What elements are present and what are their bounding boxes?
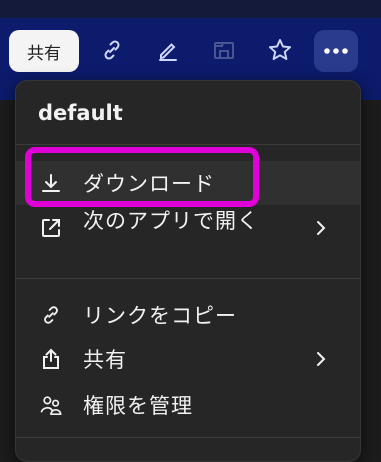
menu-item-copy-link[interactable]: リンクをコピー (16, 293, 360, 337)
share-upload-icon (40, 348, 62, 370)
chevron-right-icon (314, 349, 328, 369)
open-external-icon (40, 217, 62, 239)
share-button[interactable]: 共有 (9, 30, 79, 72)
edit-icon[interactable] (148, 30, 188, 70)
menu-item-share[interactable]: 共有 (16, 337, 360, 381)
menu-title: default (38, 101, 123, 125)
divider (16, 278, 360, 279)
favorite-star-icon[interactable] (260, 30, 300, 70)
save-icon (204, 30, 244, 70)
divider (16, 144, 360, 145)
divider (16, 437, 360, 438)
menu-item-manage-permissions[interactable]: 権限を管理 (16, 383, 360, 427)
highlight-annotation-box (25, 147, 259, 207)
link-icon (40, 304, 62, 326)
toolbar-top-strip (0, 0, 381, 18)
chevron-right-icon (314, 218, 328, 238)
menu-item-label: 共有 (83, 348, 127, 372)
more-options-icon (324, 48, 348, 54)
menu-item-label: 権限を管理 (83, 394, 193, 418)
link-icon[interactable] (92, 30, 132, 70)
context-menu: default ダウンロード 次のアプリで開く リンクをコピー 共有 権限を管理 (15, 80, 361, 462)
more-options-button[interactable] (314, 30, 358, 72)
menu-item-open-with[interactable]: 次のアプリで開く (16, 206, 360, 250)
people-icon (40, 394, 62, 416)
menu-item-label: リンクをコピー (83, 304, 237, 328)
menu-item-label: 次のアプリで開く (83, 209, 259, 233)
